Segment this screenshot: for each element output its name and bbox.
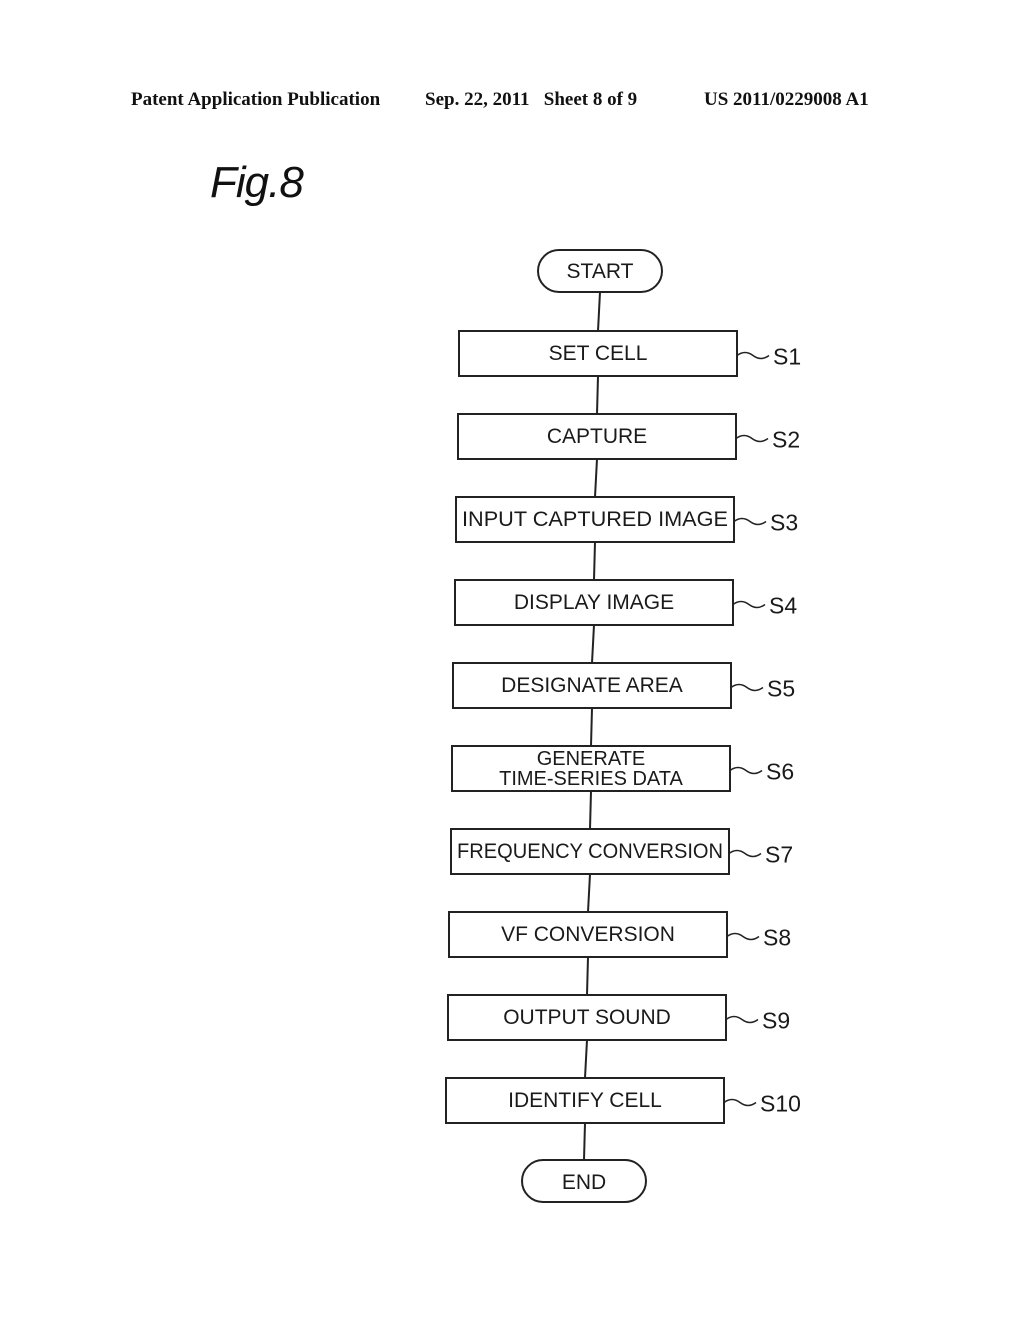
connector-line [590, 707, 593, 747]
leader-line [736, 351, 770, 360]
connector-line [587, 873, 591, 913]
end-terminal: END [521, 1159, 647, 1203]
step-id-label: S3 [770, 510, 798, 536]
step-id-label: S5 [767, 676, 795, 702]
start-terminal-label: START [567, 260, 634, 283]
step-s6: GENERATETIME-SERIES DATA S6 [451, 745, 794, 792]
leader-line [732, 600, 766, 609]
connector-line [584, 1039, 588, 1079]
leader-line [729, 766, 763, 775]
step-id-label: S8 [763, 925, 791, 951]
process-box-label: IDENTIFY CELL [508, 1089, 662, 1112]
leader-line [728, 849, 762, 858]
step-id-label: S2 [772, 427, 800, 453]
connector-line [596, 375, 599, 415]
process-box-label: VF CONVERSION [501, 923, 675, 946]
step-s10: IDENTIFY CELL S10 [445, 1077, 801, 1124]
process-box-label: DESIGNATE AREA [501, 674, 683, 697]
flowchart: START SET CELL S1 CAPTURE S2 INPUT CAPTURED … [445, 249, 801, 1203]
step-s9: OUTPUT SOUND S9 [447, 994, 790, 1041]
process-box-label: FREQUENCY CONVERSION [457, 840, 723, 863]
process-box-label: DISPLAY IMAGE [514, 591, 674, 614]
connector-line [594, 458, 598, 498]
process-box-label: GENERATE [537, 748, 646, 770]
leader-line [733, 517, 767, 526]
process-box-label: OUTPUT SOUND [503, 1006, 671, 1029]
step-id-label: S4 [769, 593, 797, 619]
step-s7: FREQUENCY CONVERSION S7 [450, 828, 793, 875]
process-box-label: SET CELL [549, 342, 648, 365]
step-id-label: S7 [765, 842, 793, 868]
process-box-label: CAPTURE [547, 425, 647, 448]
step-id-label: S10 [760, 1091, 801, 1117]
step-id-label: S9 [762, 1008, 790, 1034]
process-box-label: INPUT CAPTURED IMAGE [462, 508, 728, 531]
end-terminal-label: END [562, 1171, 606, 1194]
leader-line [726, 932, 760, 941]
connector-line [597, 291, 601, 332]
leader-line [725, 1015, 759, 1024]
start-terminal: START [537, 249, 663, 293]
connector-line [583, 1122, 586, 1161]
leader-line [723, 1098, 757, 1107]
step-s1: SET CELL S1 [458, 330, 801, 377]
step-id-label: S1 [773, 344, 801, 370]
step-s4: DISPLAY IMAGE S4 [454, 579, 797, 626]
leader-line [735, 434, 769, 443]
step-s2: CAPTURE S2 [457, 413, 800, 460]
step-id-label: S6 [766, 759, 794, 785]
connector-line [593, 541, 596, 581]
step-s8: VF CONVERSION S8 [448, 911, 791, 958]
leader-line [730, 683, 764, 692]
process-box-label: TIME-SERIES DATA [499, 768, 683, 790]
step-s3: INPUT CAPTURED IMAGE S3 [455, 496, 798, 543]
connector-line [591, 624, 595, 664]
connector-line [589, 790, 592, 830]
step-s5: DESIGNATE AREA S5 [452, 662, 795, 709]
connector-line [586, 956, 589, 996]
